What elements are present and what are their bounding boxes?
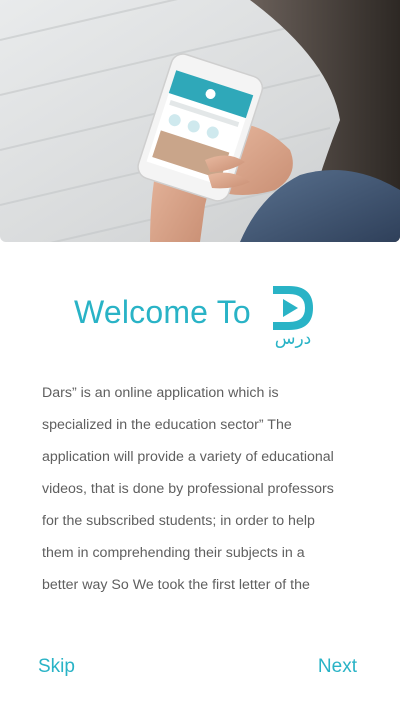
description-line: Dars” is an online application which is <box>42 385 279 401</box>
hero-image <box>0 0 400 242</box>
description-text: Dars” is an online application which is … <box>42 377 352 601</box>
dars-logo-icon: درس <box>273 286 313 348</box>
description-line: for the subscribed students; in order to… <box>42 513 315 529</box>
onboarding-screen: Welcome To درس Dars” is an online applic… <box>0 0 400 711</box>
skip-button[interactable]: Skip <box>38 656 75 678</box>
welcome-title: Welcome To <box>74 294 251 330</box>
description-line: videos, that is done by professional pro… <box>42 481 334 497</box>
hero-photo-icon <box>0 0 400 242</box>
description-line: specialized in the education sector” The <box>42 417 292 433</box>
logo-text: درس <box>275 329 312 348</box>
description-line: application will provide a variety of ed… <box>42 449 334 465</box>
description-line: better way So We took the first letter o… <box>42 577 310 593</box>
welcome-header: Welcome To درس <box>0 282 400 352</box>
next-button[interactable]: Next <box>318 656 357 678</box>
description-line: them in comprehending their subjects in … <box>42 545 305 561</box>
